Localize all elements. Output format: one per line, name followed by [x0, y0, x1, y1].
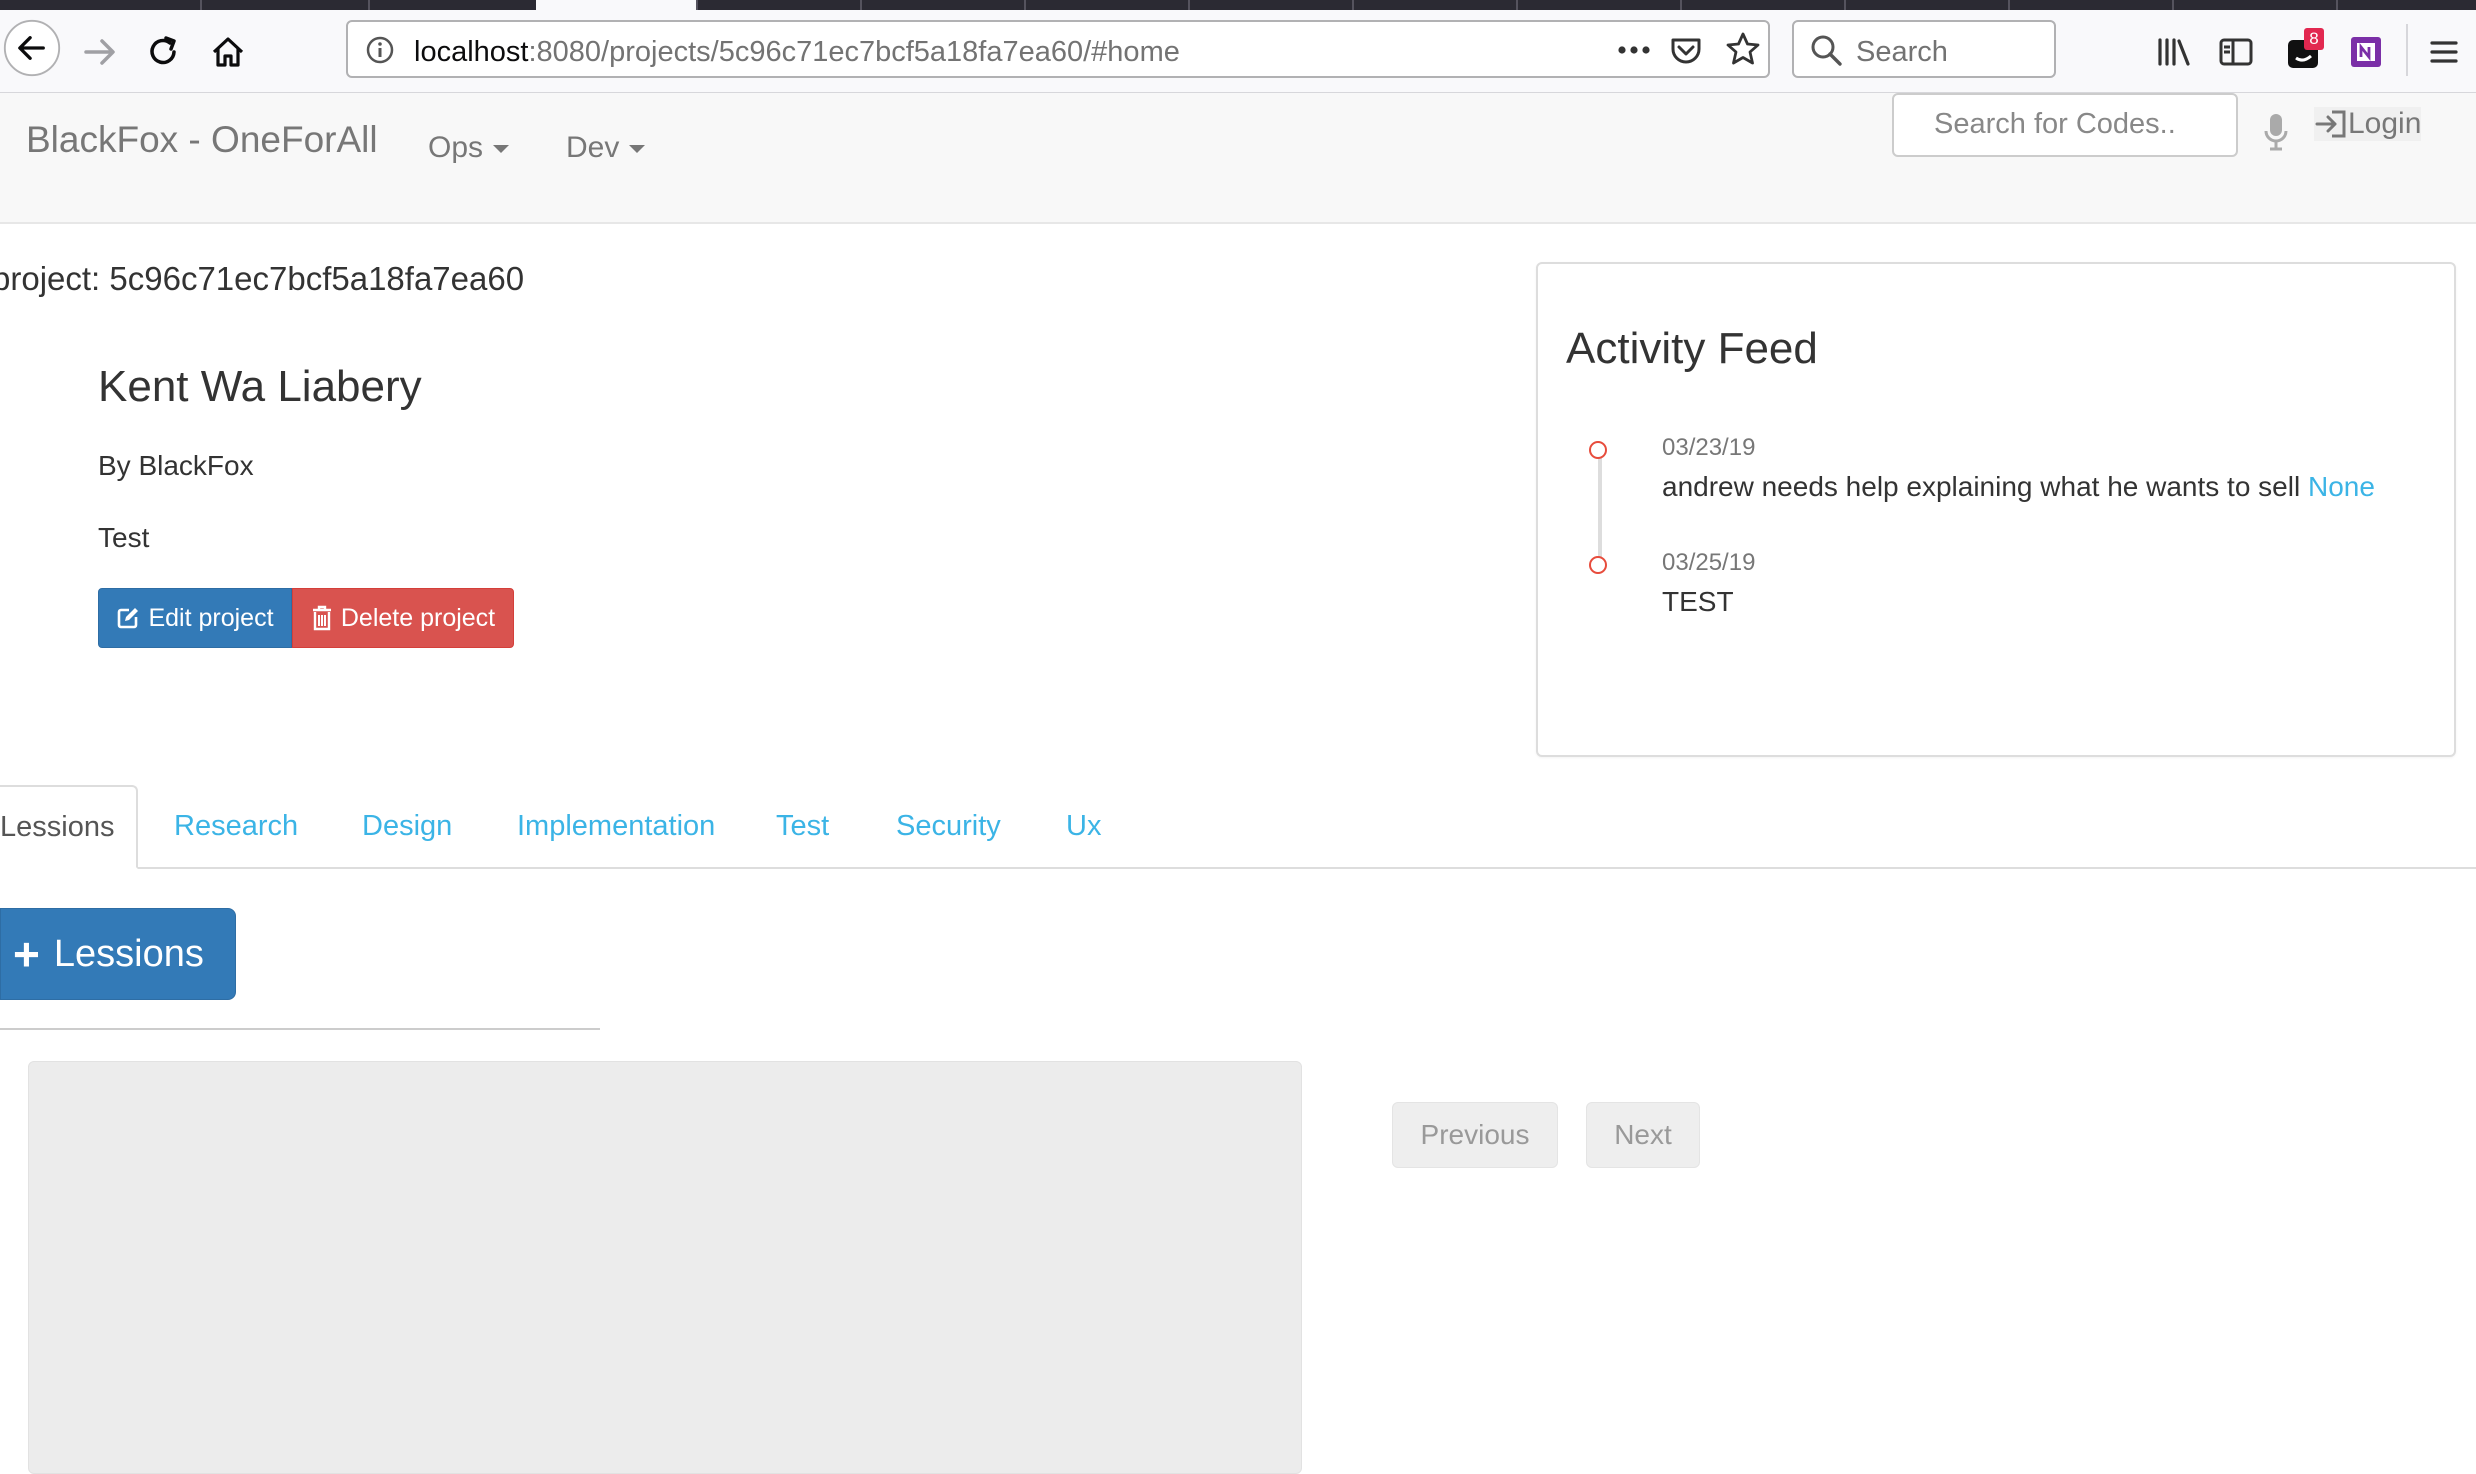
project-author: By BlackFox	[98, 450, 254, 481]
browser-tab[interactable]	[1188, 0, 1354, 10]
browser-tab[interactable]	[1352, 0, 1518, 10]
feed-item-link[interactable]: None	[2308, 471, 2375, 502]
caret-down-icon	[493, 145, 510, 154]
menu-icon[interactable]	[2424, 32, 2464, 72]
reload-icon	[150, 36, 176, 65]
content-placeholder	[28, 1061, 1302, 1474]
tab-research[interactable]: Research	[174, 785, 298, 867]
onenote-icon[interactable]	[2346, 32, 2386, 72]
dev-dropdown-label: Dev	[566, 131, 620, 164]
login-icon	[2315, 110, 2346, 138]
browser-tab[interactable]	[1680, 0, 1846, 10]
sidebar-toggle-icon[interactable]	[2216, 32, 2256, 72]
feed-item-message: andrew needs help explaining what he wan…	[1662, 471, 2308, 502]
tab-test[interactable]: Test	[776, 785, 829, 867]
plus-icon: +	[13, 928, 40, 980]
back-arrow-icon	[3, 19, 61, 77]
feed-item-text: andrew needs help explaining what he wan…	[1662, 471, 2375, 503]
ops-dropdown[interactable]: Ops	[428, 131, 510, 165]
tab-label: Implementation	[517, 809, 716, 842]
activity-feed-panel: Activity Feed 03/23/19 andrew needs help…	[1536, 262, 2456, 757]
tab-label: Test	[776, 809, 830, 842]
edit-icon	[118, 608, 139, 629]
project-id-heading: project: 5c96c71ec7bcf5a18fa7ea60	[0, 260, 525, 297]
browser-tab[interactable]	[860, 0, 1026, 10]
tab-label: Lessions	[0, 810, 115, 843]
bookmark-star-icon[interactable]	[1724, 30, 1762, 68]
extension-icon[interactable]: 8	[2280, 28, 2328, 76]
browser-tab[interactable]	[2008, 0, 2174, 10]
project-tabs: Lessions Research Design Implementation …	[0, 785, 2476, 869]
browser-tab[interactable]	[200, 0, 370, 10]
back-button[interactable]	[2, 18, 62, 78]
toolbar-divider	[2406, 24, 2408, 76]
add-lession-label: Lessions	[53, 932, 204, 975]
info-icon[interactable]	[364, 34, 396, 66]
login-label: Login	[2348, 107, 2422, 140]
home-button[interactable]	[198, 22, 258, 82]
tab-lessions[interactable]: Lessions	[0, 785, 138, 869]
browser-search-bar[interactable]: Search	[1792, 20, 2056, 78]
url-path: :8080/projects/5c96c71ec7bcf5a18fa7ea60/…	[528, 36, 1180, 68]
trash-icon	[312, 605, 331, 631]
forward-button[interactable]	[70, 22, 130, 82]
next-button[interactable]: Next	[1586, 1102, 1700, 1168]
edit-project-label: Edit project	[148, 603, 274, 632]
browser-search-placeholder: Search	[1856, 36, 1948, 68]
url-text[interactable]: localhost:8080/projects/5c96c71ec7bcf5a1…	[414, 36, 1180, 69]
feed-item-date: 03/23/19	[1662, 434, 1756, 461]
add-lession-button[interactable]: + Lessions	[0, 908, 236, 1000]
library-icon[interactable]	[2154, 32, 2194, 72]
code-search-field[interactable]	[1892, 93, 2238, 157]
delete-project-label: Delete project	[340, 603, 496, 632]
activity-feed-title: Activity Feed	[1566, 324, 1818, 373]
project-title: Kent Wa Liabery	[98, 362, 422, 411]
edit-project-button[interactable]: Edit project	[98, 588, 292, 648]
browser-tab[interactable]	[696, 0, 862, 10]
tab-label: Ux	[1066, 809, 1102, 842]
code-search-input[interactable]	[1932, 95, 2236, 153]
browser-tab[interactable]	[2172, 0, 2338, 10]
previous-button[interactable]: Previous	[1392, 1102, 1558, 1168]
browser-tab[interactable]	[1844, 0, 2010, 10]
tab-ux[interactable]: Ux	[1066, 785, 1101, 867]
tab-security[interactable]: Security	[896, 785, 1001, 867]
search-icon	[1811, 35, 1842, 66]
browser-toolbar: localhost:8080/projects/5c96c71ec7bcf5a1…	[0, 10, 2476, 93]
browser-tab[interactable]	[0, 0, 202, 10]
browser-tab-strip	[0, 0, 2476, 10]
microphone-icon[interactable]	[2262, 111, 2290, 153]
forward-arrow-icon	[84, 39, 115, 65]
url-bar[interactable]: localhost:8080/projects/5c96c71ec7bcf5a1…	[346, 20, 1770, 78]
app-navbar: BlackFox - OneForAll Ops Dev Login	[0, 93, 2476, 224]
login-link[interactable]: Login	[2314, 107, 2422, 141]
feed-item-date: 03/25/19	[1662, 549, 1756, 576]
caret-down-icon	[629, 145, 646, 154]
url-host: localhost	[414, 36, 529, 68]
feed-item-text: TEST	[1662, 586, 1734, 618]
brand-link[interactable]: BlackFox - OneForAll	[26, 119, 378, 161]
timeline-dot	[1589, 556, 1607, 574]
browser-tab-active[interactable]	[536, 0, 698, 10]
pocket-icon[interactable]	[1668, 32, 1704, 68]
page-actions-icon[interactable]	[1614, 36, 1654, 64]
browser-tab[interactable]	[1516, 0, 1682, 10]
timeline-line	[1598, 454, 1602, 566]
reload-button[interactable]	[134, 22, 194, 82]
home-icon	[212, 37, 244, 67]
tab-label: Research	[174, 809, 299, 842]
project-description: Test	[98, 522, 150, 553]
content-divider	[0, 1028, 600, 1030]
tab-label: Design	[362, 809, 453, 842]
extension-badge: 8	[2304, 28, 2324, 50]
tab-design[interactable]: Design	[362, 785, 452, 867]
delete-project-button[interactable]: Delete project	[292, 588, 514, 648]
ops-dropdown-label: Ops	[428, 131, 484, 164]
dev-dropdown[interactable]: Dev	[566, 131, 646, 165]
browser-tab[interactable]	[1024, 0, 1190, 10]
tab-implementation[interactable]: Implementation	[517, 785, 715, 867]
timeline-dot	[1589, 441, 1607, 459]
tab-label: Security	[896, 809, 1001, 842]
feed-item-message: TEST	[1662, 586, 1734, 617]
